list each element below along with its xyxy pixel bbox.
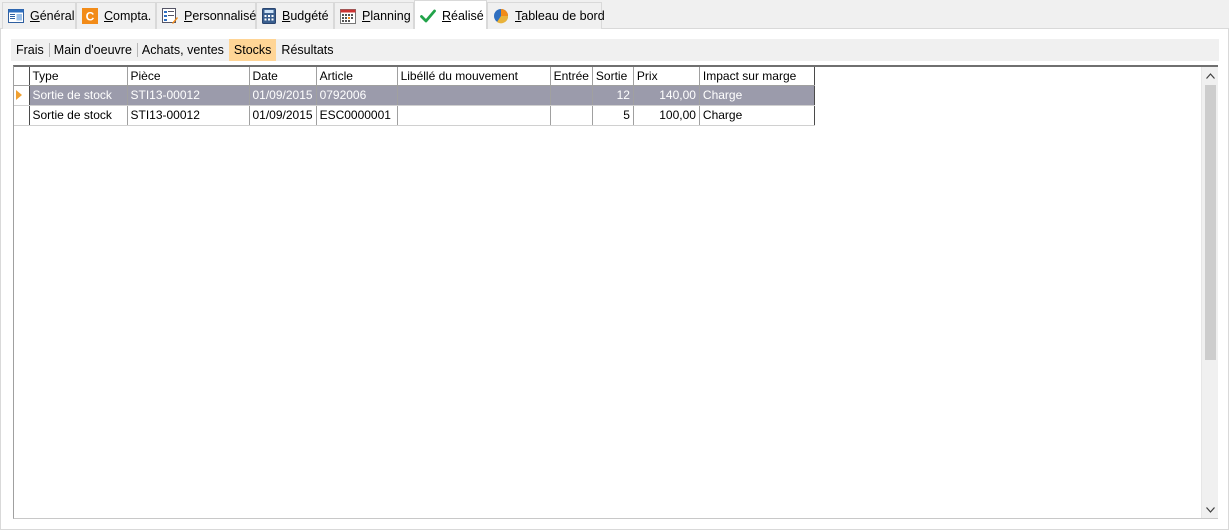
cell-impact[interactable]: Charge	[699, 85, 815, 106]
subtab-label: Frais	[16, 43, 44, 57]
tab-personnalise[interactable]: Personnalisé	[156, 2, 256, 29]
column-header-article[interactable]: Article	[316, 67, 398, 86]
cell-piece[interactable]: STI13-00012	[127, 85, 250, 106]
tab-compta[interactable]: C Compta.	[76, 2, 156, 29]
cell-prix[interactable]: 140,00	[633, 85, 700, 106]
svg-text:C: C	[86, 10, 95, 24]
sub-tab-bar: Frais Main d'oeuvre Achats, ventes Stock…	[11, 39, 1219, 61]
cell-libelle[interactable]	[397, 105, 551, 126]
vertical-scrollbar[interactable]	[1201, 67, 1218, 518]
scrollbar-thumb[interactable]	[1205, 85, 1216, 360]
row-indicator-header	[14, 67, 30, 86]
row-indicator	[14, 105, 30, 126]
calculator-icon	[262, 7, 276, 25]
row-indicator	[14, 85, 30, 106]
subtab-label: Stocks	[233, 43, 272, 57]
subtab-stocks[interactable]: Stocks	[228, 39, 277, 61]
custom-form-icon	[162, 7, 178, 25]
scroll-up-arrow-icon[interactable]	[1202, 67, 1218, 84]
scroll-down-arrow-icon[interactable]	[1202, 501, 1218, 518]
cell-entree[interactable]	[550, 85, 593, 106]
column-header-entree[interactable]: Entrée	[550, 67, 593, 86]
cell-date[interactable]: 01/09/2015	[249, 85, 317, 106]
tab-general[interactable]: Général	[2, 2, 76, 29]
checkmark-icon	[420, 7, 436, 25]
cell-article[interactable]: 0792006	[316, 85, 398, 106]
cell-sortie[interactable]: 12	[592, 85, 634, 106]
cell-type[interactable]: Sortie de stock	[29, 85, 128, 106]
subtab-resultats[interactable]: Résultats	[276, 39, 338, 61]
pie-chart-icon	[493, 7, 509, 25]
tab-label: Planning	[362, 9, 411, 23]
tab-label: Réalisé	[442, 8, 484, 23]
cell-type[interactable]: Sortie de stock	[29, 105, 128, 126]
cell-entree[interactable]	[550, 105, 593, 126]
cell-piece[interactable]: STI13-00012	[127, 105, 250, 126]
column-header-libelle[interactable]: Libéllé du mouvement	[397, 67, 551, 86]
subtab-frais[interactable]: Frais	[11, 39, 49, 61]
column-header-date[interactable]: Date	[249, 67, 317, 86]
application-window: Général C Compta. Personnalisé Budgété P…	[0, 0, 1229, 530]
subtab-main-d-oeuvre[interactable]: Main d'oeuvre	[48, 39, 137, 61]
table-row[interactable]: Sortie de stock STI13-00012 01/09/2015 0…	[14, 85, 815, 106]
cell-article[interactable]: ESC0000001	[316, 105, 398, 126]
cell-sortie[interactable]: 5	[592, 105, 634, 126]
c-letter-icon: C	[82, 7, 98, 25]
stock-movements-grid[interactable]: Type Pièce Date Article Libéllé du mouve…	[13, 65, 1218, 519]
table-row[interactable]: Sortie de stock STI13-00012 01/09/2015 E…	[14, 105, 815, 126]
cell-impact[interactable]: Charge	[699, 105, 815, 126]
calendar-icon	[340, 7, 356, 25]
tab-realise[interactable]: Réalisé	[414, 0, 487, 30]
column-header-type[interactable]: Type	[29, 67, 128, 86]
column-header-sortie[interactable]: Sortie	[592, 67, 634, 86]
grid-table: Type Pièce Date Article Libéllé du mouve…	[14, 67, 815, 126]
cell-prix[interactable]: 100,00	[633, 105, 700, 126]
column-header-prix[interactable]: Prix	[633, 67, 700, 86]
column-header-piece[interactable]: Pièce	[127, 67, 250, 86]
cell-libelle[interactable]	[397, 85, 551, 106]
subtab-label: Main d'oeuvre	[53, 43, 132, 57]
tab-tableau-de-bord[interactable]: Tableau de bord	[487, 2, 605, 29]
tab-label: Tableau de bord	[515, 9, 605, 23]
current-row-arrow-icon	[16, 90, 22, 100]
subtab-achats-ventes[interactable]: Achats, ventes	[136, 39, 229, 61]
tab-budgete[interactable]: Budgété	[256, 2, 334, 29]
grid-header-row: Type Pièce Date Article Libéllé du mouve…	[14, 67, 815, 86]
window-icon	[8, 7, 24, 25]
tab-label: Budgété	[282, 9, 329, 23]
main-tab-bar: Général C Compta. Personnalisé Budgété P…	[0, 0, 1229, 30]
column-header-impact[interactable]: Impact sur marge	[699, 67, 815, 86]
tab-label: Personnalisé	[184, 9, 257, 23]
subtab-label: Achats, ventes	[141, 43, 224, 57]
cell-date[interactable]: 01/09/2015	[249, 105, 317, 126]
tab-content-panel: Frais Main d'oeuvre Achats, ventes Stock…	[0, 29, 1229, 530]
tab-planning[interactable]: Planning	[334, 2, 414, 29]
subtab-label: Résultats	[281, 43, 334, 57]
tab-label: Général	[30, 9, 75, 23]
tab-label: Compta.	[104, 9, 152, 23]
